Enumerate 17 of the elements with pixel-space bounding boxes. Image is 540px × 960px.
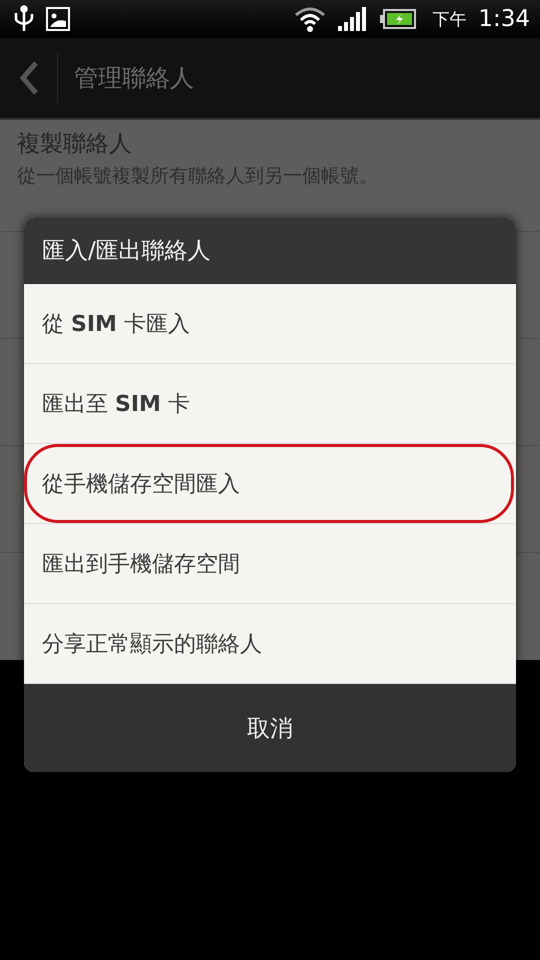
cancel-button[interactable]: 取消 <box>24 684 516 772</box>
image-icon <box>46 7 70 31</box>
back-icon <box>18 61 38 95</box>
time-period: 下午 <box>432 8 466 30</box>
menu-option[interactable]: 匯出到手機儲存空間 <box>24 524 516 604</box>
battery-icon <box>380 9 416 29</box>
screen-title: 管理聯絡人 <box>74 63 194 94</box>
menu-option[interactable]: 匯出至 SIM 卡 <box>24 364 516 444</box>
menu-option[interactable]: 分享正常顯示的聯絡人 <box>24 604 516 684</box>
menu-option[interactable]: 從手機儲存空間匯入 <box>24 444 516 524</box>
signal-icon <box>338 7 368 31</box>
clock-time: 1:34 <box>478 6 530 32</box>
setting-title: 複製聯絡人 <box>17 130 133 159</box>
dialog-title: 匯入/匯出聯絡人 <box>24 218 516 284</box>
wifi-icon <box>294 6 326 32</box>
usb-icon <box>14 5 34 33</box>
menu-option[interactable]: 從 SIM 卡匯入 <box>24 284 516 364</box>
